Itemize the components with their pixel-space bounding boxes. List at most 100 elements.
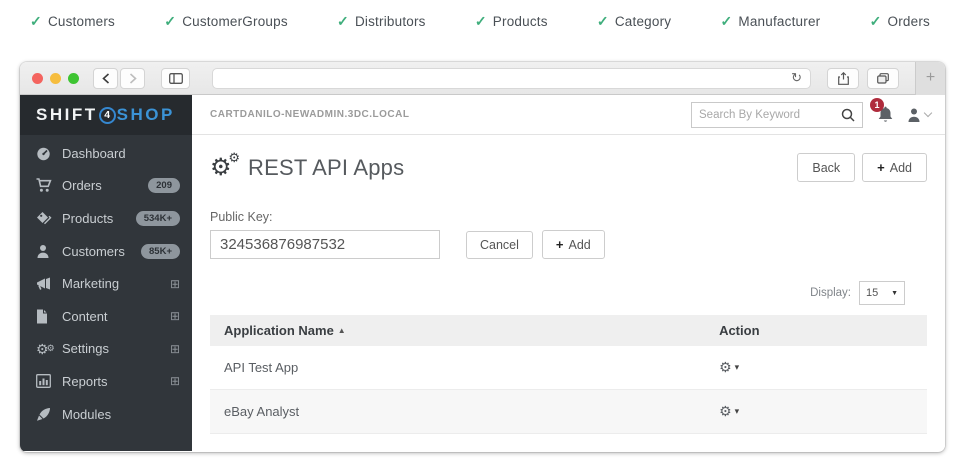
sidebar-item-label: Settings — [62, 341, 170, 356]
caret-down-icon: ▾ — [735, 362, 740, 373]
notifications-button[interactable]: 1 — [877, 106, 894, 124]
tags-icon — [36, 211, 62, 226]
checklist-item-customergroups[interactable]: ✓CustomerGroups — [164, 13, 288, 30]
browser-window: ↻ + SHIFT 4 — [20, 62, 945, 452]
rest-api-gears-icon: ⚙⚙ — [210, 153, 238, 182]
tabs-icon — [877, 73, 889, 84]
title-wrap: ⚙⚙ REST API Apps — [210, 153, 797, 182]
admin-topbar: CARTDANILO-NEWADMIN.3DC.LOCAL 1 — [192, 95, 945, 135]
action-cell: ⚙ ▾ — [719, 359, 927, 376]
sidebar-item-modules[interactable]: Modules — [20, 398, 192, 431]
sidebar-item-label: Content — [62, 309, 170, 324]
checklist-item-products[interactable]: ✓Products — [475, 13, 548, 30]
sidebar-item-label: Dashboard — [62, 146, 180, 161]
shift4shop-logo[interactable]: SHIFT 4 SHOP — [20, 95, 192, 135]
sidebar-item-reports[interactable]: Reports ⊞ — [20, 365, 192, 398]
expand-icon[interactable]: ⊞ — [170, 309, 180, 323]
public-key-form: Cancel +Add — [210, 230, 927, 259]
check-icon: ✓ — [337, 13, 349, 30]
cancel-button[interactable]: Cancel — [466, 231, 533, 259]
table-header: Application Name ▲ Action — [210, 315, 927, 346]
account-menu-button[interactable] — [906, 107, 931, 123]
sidebar-item-label: Products — [62, 211, 136, 226]
megaphone-icon — [36, 277, 62, 291]
tab-overview-button[interactable] — [867, 68, 899, 89]
logo-text-shop: SHOP — [117, 105, 175, 125]
orders-count-badge: 209 — [148, 178, 180, 193]
plus-icon: + — [556, 237, 564, 252]
sidebar-item-products[interactable]: Products 534K+ — [20, 202, 192, 235]
checklist-label: Distributors — [355, 14, 426, 29]
back-button[interactable] — [93, 68, 118, 89]
checklist-label: Products — [493, 14, 548, 29]
new-tab-button[interactable]: + — [915, 62, 945, 95]
column-header-application-name[interactable]: Application Name ▲ — [210, 323, 719, 338]
cart-icon — [36, 178, 62, 193]
app-body: SHIFT 4 SHOP Dashboard Orders 209 — [20, 95, 945, 451]
sidebar-item-content[interactable]: Content ⊞ — [20, 300, 192, 333]
bar-chart-icon — [36, 374, 62, 388]
main-panel: CARTDANILO-NEWADMIN.3DC.LOCAL 1 — [192, 95, 945, 451]
zoom-window-button[interactable] — [68, 73, 79, 84]
sidebar-item-label: Marketing — [62, 276, 170, 291]
page-header: ⚙⚙ REST API Apps Back +Add — [192, 135, 945, 196]
app-name-cell: eBay Analyst — [210, 404, 719, 419]
gear-icon: ⚙ — [719, 403, 732, 420]
add-app-button[interactable]: +Add — [862, 153, 927, 182]
sidebar-item-dashboard[interactable]: Dashboard — [20, 137, 192, 170]
sidebar: SHIFT 4 SHOP Dashboard Orders 209 — [20, 95, 192, 451]
checklist-item-distributors[interactable]: ✓ Distributors — [337, 13, 426, 30]
sidebar-item-customers[interactable]: Customers 85K+ — [20, 235, 192, 268]
plus-icon: + — [877, 160, 885, 175]
expand-icon[interactable]: ⊞ — [170, 342, 180, 356]
share-button[interactable] — [827, 68, 859, 89]
sidebar-menu: Dashboard Orders 209 Products 534K+ — [20, 135, 192, 451]
address-bar[interactable]: ↻ — [212, 68, 811, 89]
caret-down-icon: ▾ — [735, 406, 740, 417]
checklist-item-customers[interactable]: ✓Customers — [30, 13, 115, 30]
minimize-window-button[interactable] — [50, 73, 61, 84]
search-icon[interactable] — [841, 108, 855, 122]
checklist-item-category[interactable]: ✓Category — [597, 13, 671, 30]
browser-chrome: ↻ + — [20, 62, 945, 95]
chrome-actions — [827, 68, 899, 89]
user-icon — [36, 244, 62, 259]
rocket-icon — [36, 407, 62, 422]
logo-badge-4: 4 — [99, 107, 116, 124]
checklist-item-orders[interactable]: ✓Orders — [870, 13, 930, 30]
forward-button[interactable] — [120, 68, 145, 89]
expand-icon[interactable]: ⊞ — [170, 277, 180, 291]
sort-asc-icon: ▲ — [338, 326, 346, 335]
checklist-item-manufacturer[interactable]: ✓Manufacturer — [720, 13, 820, 30]
row-actions-menu-button[interactable]: ⚙ ▾ — [719, 359, 739, 376]
gear-icon: ⚙ — [719, 359, 732, 376]
user-account-icon — [906, 107, 922, 123]
customers-count-badge: 85K+ — [141, 244, 180, 259]
expand-icon[interactable]: ⊞ — [170, 374, 180, 388]
chevron-down-icon — [924, 109, 932, 117]
check-icon: ✓ — [597, 13, 609, 30]
display-count-select[interactable]: 15 ▼ — [859, 281, 905, 305]
sidebar-toggle-button[interactable] — [161, 68, 190, 89]
sidebar-item-label: Customers — [62, 244, 141, 259]
sidebar-item-orders[interactable]: Orders 209 — [20, 170, 192, 203]
add-key-button[interactable]: +Add — [542, 230, 605, 259]
header-buttons: Back +Add — [797, 153, 927, 182]
refresh-icon[interactable]: ↻ — [791, 70, 802, 86]
traffic-lights — [32, 73, 79, 84]
display-count-value: 15 — [866, 287, 878, 299]
public-key-input[interactable] — [210, 230, 440, 259]
history-nav — [93, 68, 145, 89]
back-button-page[interactable]: Back — [797, 153, 855, 182]
close-window-button[interactable] — [32, 73, 43, 84]
gears-icon: ⚙⚙ — [36, 342, 62, 356]
sidebar-item-marketing[interactable]: Marketing ⊞ — [20, 267, 192, 300]
sidebar-item-settings[interactable]: ⚙⚙ Settings ⊞ — [20, 333, 192, 366]
share-icon — [838, 72, 849, 85]
sidebar-item-label: Reports — [62, 374, 170, 389]
row-actions-menu-button[interactable]: ⚙ ▾ — [719, 403, 739, 420]
search-input[interactable] — [699, 109, 837, 121]
table-row: API Test App ⚙ ▾ — [210, 346, 927, 390]
sidebar-panel-icon — [169, 73, 183, 84]
checklist-label: CustomerGroups — [182, 14, 288, 29]
